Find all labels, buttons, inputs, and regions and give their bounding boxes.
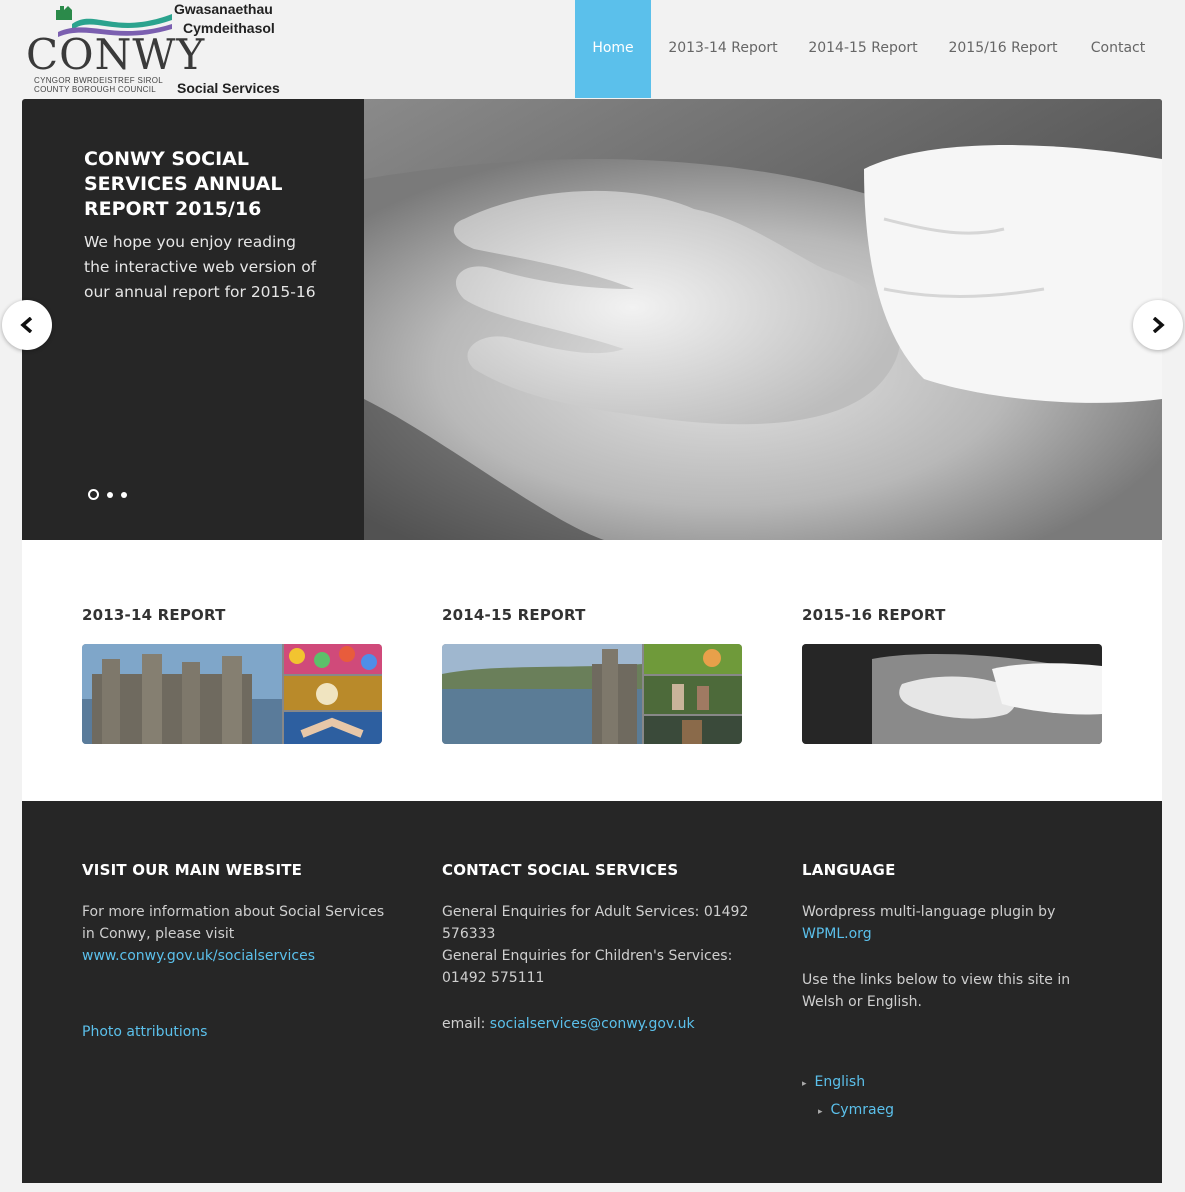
chevron-right-icon: [1152, 317, 1165, 333]
logo-wordmark: CONWY: [26, 30, 206, 79]
slide-body: We hope you enjoy reading the interactiv…: [84, 233, 317, 301]
footer-visit-column: VISIT OUR MAIN WEBSITE For more informat…: [82, 861, 392, 1043]
language-welsh[interactable]: ▸ Cymraeg: [818, 1102, 894, 1118]
footer-contact-column: CONTACT SOCIAL SERVICES General Enquirie…: [442, 861, 752, 1035]
email-label: email:: [442, 1016, 486, 1032]
hero-slider: CONWY SOCIAL SERVICES ANNUAL REPORT 2015…: [22, 99, 1162, 540]
nav-2015-16-report[interactable]: 2015/16 Report: [940, 0, 1066, 98]
nav-contact[interactable]: Contact: [1080, 0, 1156, 98]
footer-language-column: LANGUAGE Wordpress multi-language plugin…: [802, 861, 1112, 1013]
slider-next-button[interactable]: [1133, 300, 1183, 350]
site-header: CONWY CYNGOR BWRDEISTREF SIROL COUNTY BO…: [0, 0, 1185, 98]
language-english[interactable]: ▸ English: [802, 1074, 865, 1090]
slider-dot-3[interactable]: [121, 491, 127, 498]
chevron-right-icon: ▸: [802, 1079, 807, 1089]
slider-dot-2[interactable]: [107, 491, 113, 498]
report-title: 2013-14 REPORT: [82, 606, 226, 624]
report-card-2015-16[interactable]: 2015-16 REPORT: [802, 606, 1102, 744]
logo-welsh-line2: Cymdeithasol: [183, 20, 275, 36]
footer-contact-heading: CONTACT SOCIAL SERVICES: [442, 861, 679, 879]
footer-language-heading: LANGUAGE: [802, 861, 896, 879]
nav-2014-15-report[interactable]: 2014-15 Report: [800, 0, 926, 98]
slider-prev-button[interactable]: [2, 300, 52, 350]
reports-section: 2013-14 REPORT 2014-15 REPORT 2015-16 RE…: [22, 540, 1162, 801]
footer-visit-heading: VISIT OUR MAIN WEBSITE: [82, 861, 303, 879]
nav-home[interactable]: Home: [575, 0, 651, 98]
report-card-2014-15[interactable]: 2014-15 REPORT: [442, 606, 742, 744]
slider-pagination: [88, 489, 127, 500]
slide-title: CONWY SOCIAL SERVICES ANNUAL REPORT 2015…: [84, 148, 283, 220]
report-thumbnail-2013-14[interactable]: [82, 644, 382, 744]
language-english-label: English: [814, 1074, 866, 1090]
site-footer: VISIT OUR MAIN WEBSITE For more informat…: [22, 801, 1162, 1183]
slide-caption: CONWY SOCIAL SERVICES ANNUAL REPORT 2015…: [84, 147, 324, 305]
report-card-2013-14[interactable]: 2013-14 REPORT: [82, 606, 382, 744]
language-welsh-label: Cymraeg: [830, 1102, 895, 1118]
email-link[interactable]: socialservices@conwy.gov.uk: [490, 1016, 695, 1032]
wpml-link[interactable]: WPML.org: [802, 926, 872, 942]
plugin-text: Wordpress multi-language plugin by: [802, 904, 1056, 920]
children-services-phone: General Enquiries for Children's Service…: [442, 948, 733, 986]
logo-social-services: Social Services: [177, 80, 280, 96]
photo-attributions-link[interactable]: Photo attributions: [82, 1024, 207, 1040]
language-instructions: Use the links below to view this site in…: [802, 972, 1071, 1010]
report-title: 2015-16 REPORT: [802, 606, 946, 624]
main-website-link[interactable]: www.conwy.gov.uk/socialservices: [82, 948, 315, 964]
hands-photo: [364, 99, 1162, 540]
chevron-right-icon: ▸: [818, 1107, 823, 1117]
conwy-logo[interactable]: CONWY CYNGOR BWRDEISTREF SIROL COUNTY BO…: [24, 0, 284, 98]
report-title: 2014-15 REPORT: [442, 606, 586, 624]
chevron-left-icon: [20, 317, 33, 333]
logo-council-english: COUNTY BOROUGH COUNCIL: [34, 85, 157, 94]
report-thumbnail-2014-15[interactable]: [442, 644, 742, 744]
logo-welsh-line1: Gwasanaethau: [174, 1, 273, 17]
footer-visit-text: For more information about Social Servic…: [82, 904, 385, 942]
adult-services-phone: General Enquiries for Adult Services: 01…: [442, 904, 749, 942]
nav-2013-14-report[interactable]: 2013-14 Report: [660, 0, 786, 98]
report-thumbnail-2015-16[interactable]: [802, 644, 1102, 744]
slider-dot-1[interactable]: [88, 489, 99, 500]
logo-council-welsh: CYNGOR BWRDEISTREF SIROL: [34, 76, 163, 85]
